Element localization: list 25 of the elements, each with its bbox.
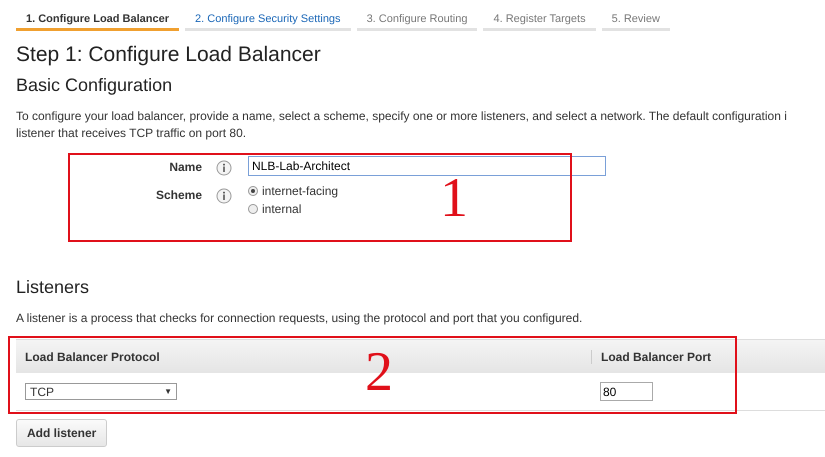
radio-label: internal xyxy=(262,202,302,216)
field-label: Name xyxy=(168,159,202,174)
page-title: Step 1: Configure Load Balancer xyxy=(16,43,322,67)
field-label: Scheme xyxy=(154,187,202,202)
info-icon xyxy=(216,160,232,176)
section-heading: Basic Configuration xyxy=(16,75,174,96)
step-tab[interactable]: 3. Configure Routing xyxy=(356,0,478,31)
column-heading: Load Balancer Port xyxy=(591,350,825,364)
description-text: A listener is a process that checks for connection requests, using the protocol and port that you configured. xyxy=(16,310,584,327)
radio-button[interactable] xyxy=(248,204,258,214)
radio-button[interactable] xyxy=(248,186,258,196)
section-heading: Listeners xyxy=(16,277,90,298)
step-tab[interactable]: 2. Configure Security Settings xyxy=(185,0,351,31)
add-listener-button[interactable]: Add listener xyxy=(16,419,108,447)
protocol-dropdown[interactable]: TCP ▼ xyxy=(25,383,177,400)
port-input[interactable]: 80 xyxy=(600,382,653,401)
step-tab[interactable]: 4. Register Targets xyxy=(483,0,596,31)
info-icon xyxy=(216,188,232,204)
step-tab[interactable]: 1. Configure Load Balancer xyxy=(16,0,180,31)
annotation-number: 2 xyxy=(365,344,393,400)
name-input[interactable]: NLB-Lab-Architect xyxy=(248,156,606,176)
step-tab[interactable]: 5. Review xyxy=(602,0,670,31)
column-heading: Load Balancer Protocol xyxy=(24,350,161,364)
radio-label: internet-facing xyxy=(262,184,338,198)
description-text: To configure your load balancer, provide a name, select a scheme, specify one or more listeners, and select a network. The default configuration i listener that receives TCP traffic on port 80. xyxy=(16,108,788,142)
